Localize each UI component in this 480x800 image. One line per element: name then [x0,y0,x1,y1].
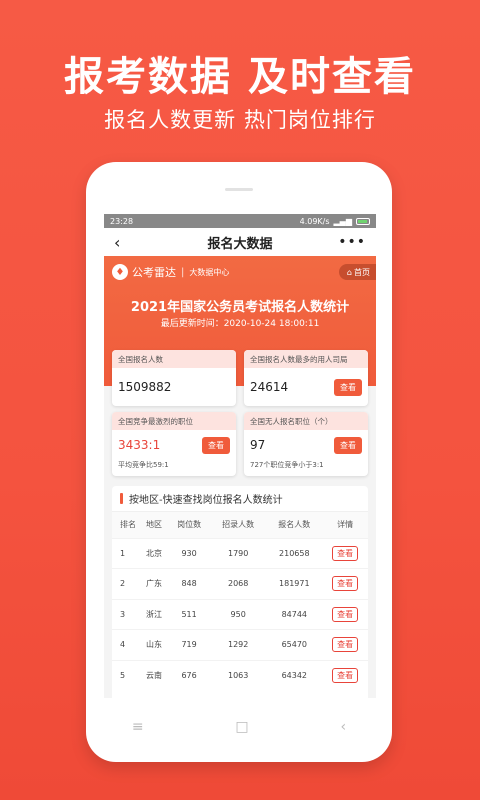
cell-rank: 1 [112,537,140,569]
stat-card-label: 全国报名人数最多的用人司局 [244,350,368,368]
cell-applicants: 65470 [266,629,323,660]
cell-rank: 2 [112,568,140,599]
cell-applicants: 64342 [266,659,323,691]
status-time: 23:28 [110,216,134,226]
stat-card-note: 平均竞争比59:1 [118,461,169,469]
table-row: 1 北京 930 1790 210658 查看 [112,537,368,569]
home-label: 首页 [354,267,370,277]
cell-applicants: 181971 [266,568,323,599]
column-header: 招录人数 [210,512,267,538]
cell-posts: 719 [168,629,211,660]
promo-subtitle: 报名人数更新 热门岗位排行 [104,108,376,132]
region-section: 按地区-快速查找岗位报名人数统计 排名 地区 岗位数 招录人数 报名人数 详情 … [112,486,368,698]
cell-rank: 5 [112,659,140,691]
stat-card-label: 全国竞争最激烈的职位 [112,412,236,430]
cell-hires: 2068 [210,568,267,599]
column-header: 排名 [112,512,140,538]
brand-name: 公考雷达 [132,266,176,279]
cell-applicants: 210658 [266,537,323,569]
cell-posts: 511 [168,598,211,630]
status-bar: 23:28 4.09K/s ▂▄▆ [104,214,376,228]
stat-card-value: 3433:1 [118,438,161,452]
update-time: 最后更新时间：2020-10-24 18:00:11 [160,319,320,329]
cell-hires: 1790 [210,537,267,569]
stat-card-top-bureau: 全国报名人数最多的用人司局 24614 查看 [244,350,368,406]
cell-area: 广东 [140,568,169,599]
cell-posts: 848 [168,568,211,599]
region-header: 按地区-快速查找岗位报名人数统计 [112,486,368,512]
row-view-button[interactable]: 查看 [332,637,359,653]
table-row: 4 山东 719 1292 65470 查看 [112,629,368,660]
home-icon: ⌂ [346,267,352,277]
region-table: 排名 地区 岗位数 招录人数 报名人数 详情 1 北京 930 1790 210 [112,512,368,691]
column-header: 地区 [140,512,169,538]
hero-title: 2021年国家公务员考试报名人数统计 [130,300,350,315]
column-header: 岗位数 [168,512,211,538]
row-view-button[interactable]: 查看 [332,668,359,683]
battery-icon [356,217,370,225]
status-right: 4.09K/s ▂▄▆ [300,217,370,226]
cell-posts: 676 [168,659,211,691]
back-icon[interactable]: ‹ [114,233,120,252]
row-view-button[interactable]: 查看 [332,606,359,622]
stat-card-note: 727个职位竞争小于3:1 [250,461,324,469]
brand-logo-icon: ♦ [112,264,128,280]
table-row: 3 浙江 511 950 84744 查看 [112,598,368,630]
home-button[interactable]: ⌂ 首页 [338,264,376,280]
back-arrow-icon[interactable]: ‹ [340,719,346,735]
section-marker [120,493,123,504]
column-header: 详情 [322,512,368,538]
nav-bar: ‹ 报名大数据 ••• [104,228,376,256]
table-row: 5 云南 676 1063 64342 查看 [112,659,368,691]
network-speed: 4.09K/s [299,216,330,226]
cell-area: 云南 [140,659,169,691]
app-screen: 23:28 4.09K/s ▂▄▆ ‹ 报名大数据 ••• ♦ 公考雷达 | 大… [104,214,376,698]
stat-card-value: 1509882 [118,380,172,394]
phone-nav-bar: ≡ □ ‹ [86,712,392,742]
promo-title: 报考数据 及时查看 [64,54,416,100]
cell-rank: 3 [112,598,140,630]
stat-card-label: 全国无人报名职位（个） [244,412,368,430]
stat-card-competition: 全国竞争最激烈的职位 3433:1 查看 平均竞争比59:1 [112,412,236,476]
cell-area: 山东 [140,629,169,660]
cell-hires: 950 [210,598,267,630]
table-row: 2 广东 848 2068 181971 查看 [112,568,368,599]
stat-card-total: 全国报名人数 1509882 [112,350,236,406]
cell-posts: 930 [168,537,211,569]
more-icon[interactable]: ••• [338,234,366,250]
brand-center: 大数据中心 [189,267,230,277]
view-button[interactable]: 查看 [202,436,230,454]
stat-card-no-applicants: 全国无人报名职位（个） 97 查看 727个职位竞争小于3:1 [244,412,368,476]
region-title: 按地区-快速查找岗位报名人数统计 [129,495,283,506]
cell-hires: 1292 [210,629,267,660]
row-view-button[interactable]: 查看 [332,576,359,592]
cell-rank: 4 [112,629,140,660]
stat-card-value: 97 [250,438,266,452]
brand: ♦ 公考雷达 | 大数据中心 [112,264,229,280]
cell-area: 北京 [140,537,169,569]
cell-area: 浙江 [140,598,169,630]
view-button[interactable]: 查看 [334,436,362,454]
phone-frame: 23:28 4.09K/s ▂▄▆ ‹ 报名大数据 ••• ♦ 公考雷达 | 大… [86,162,392,762]
cell-applicants: 84744 [266,598,323,630]
brand-separator: | [181,266,185,278]
home-square-icon[interactable]: □ [235,719,248,735]
view-button[interactable]: 查看 [334,378,362,396]
cell-hires: 1063 [210,659,267,691]
stat-card-label: 全国报名人数 [112,350,236,368]
menu-icon[interactable]: ≡ [132,719,144,735]
signal-icon: ▂▄▆ [333,216,352,226]
page-title: 报名大数据 [207,236,273,252]
table-header-row: 排名 地区 岗位数 招录人数 报名人数 详情 [112,512,368,538]
row-view-button[interactable]: 查看 [332,545,359,561]
stats-cards: 全国报名人数 1509882 全国报名人数最多的用人司局 24614 查看 全国… [112,350,368,476]
stat-card-value: 24614 [250,380,289,394]
column-header: 报名人数 [266,512,323,538]
phone-speaker [225,188,253,191]
